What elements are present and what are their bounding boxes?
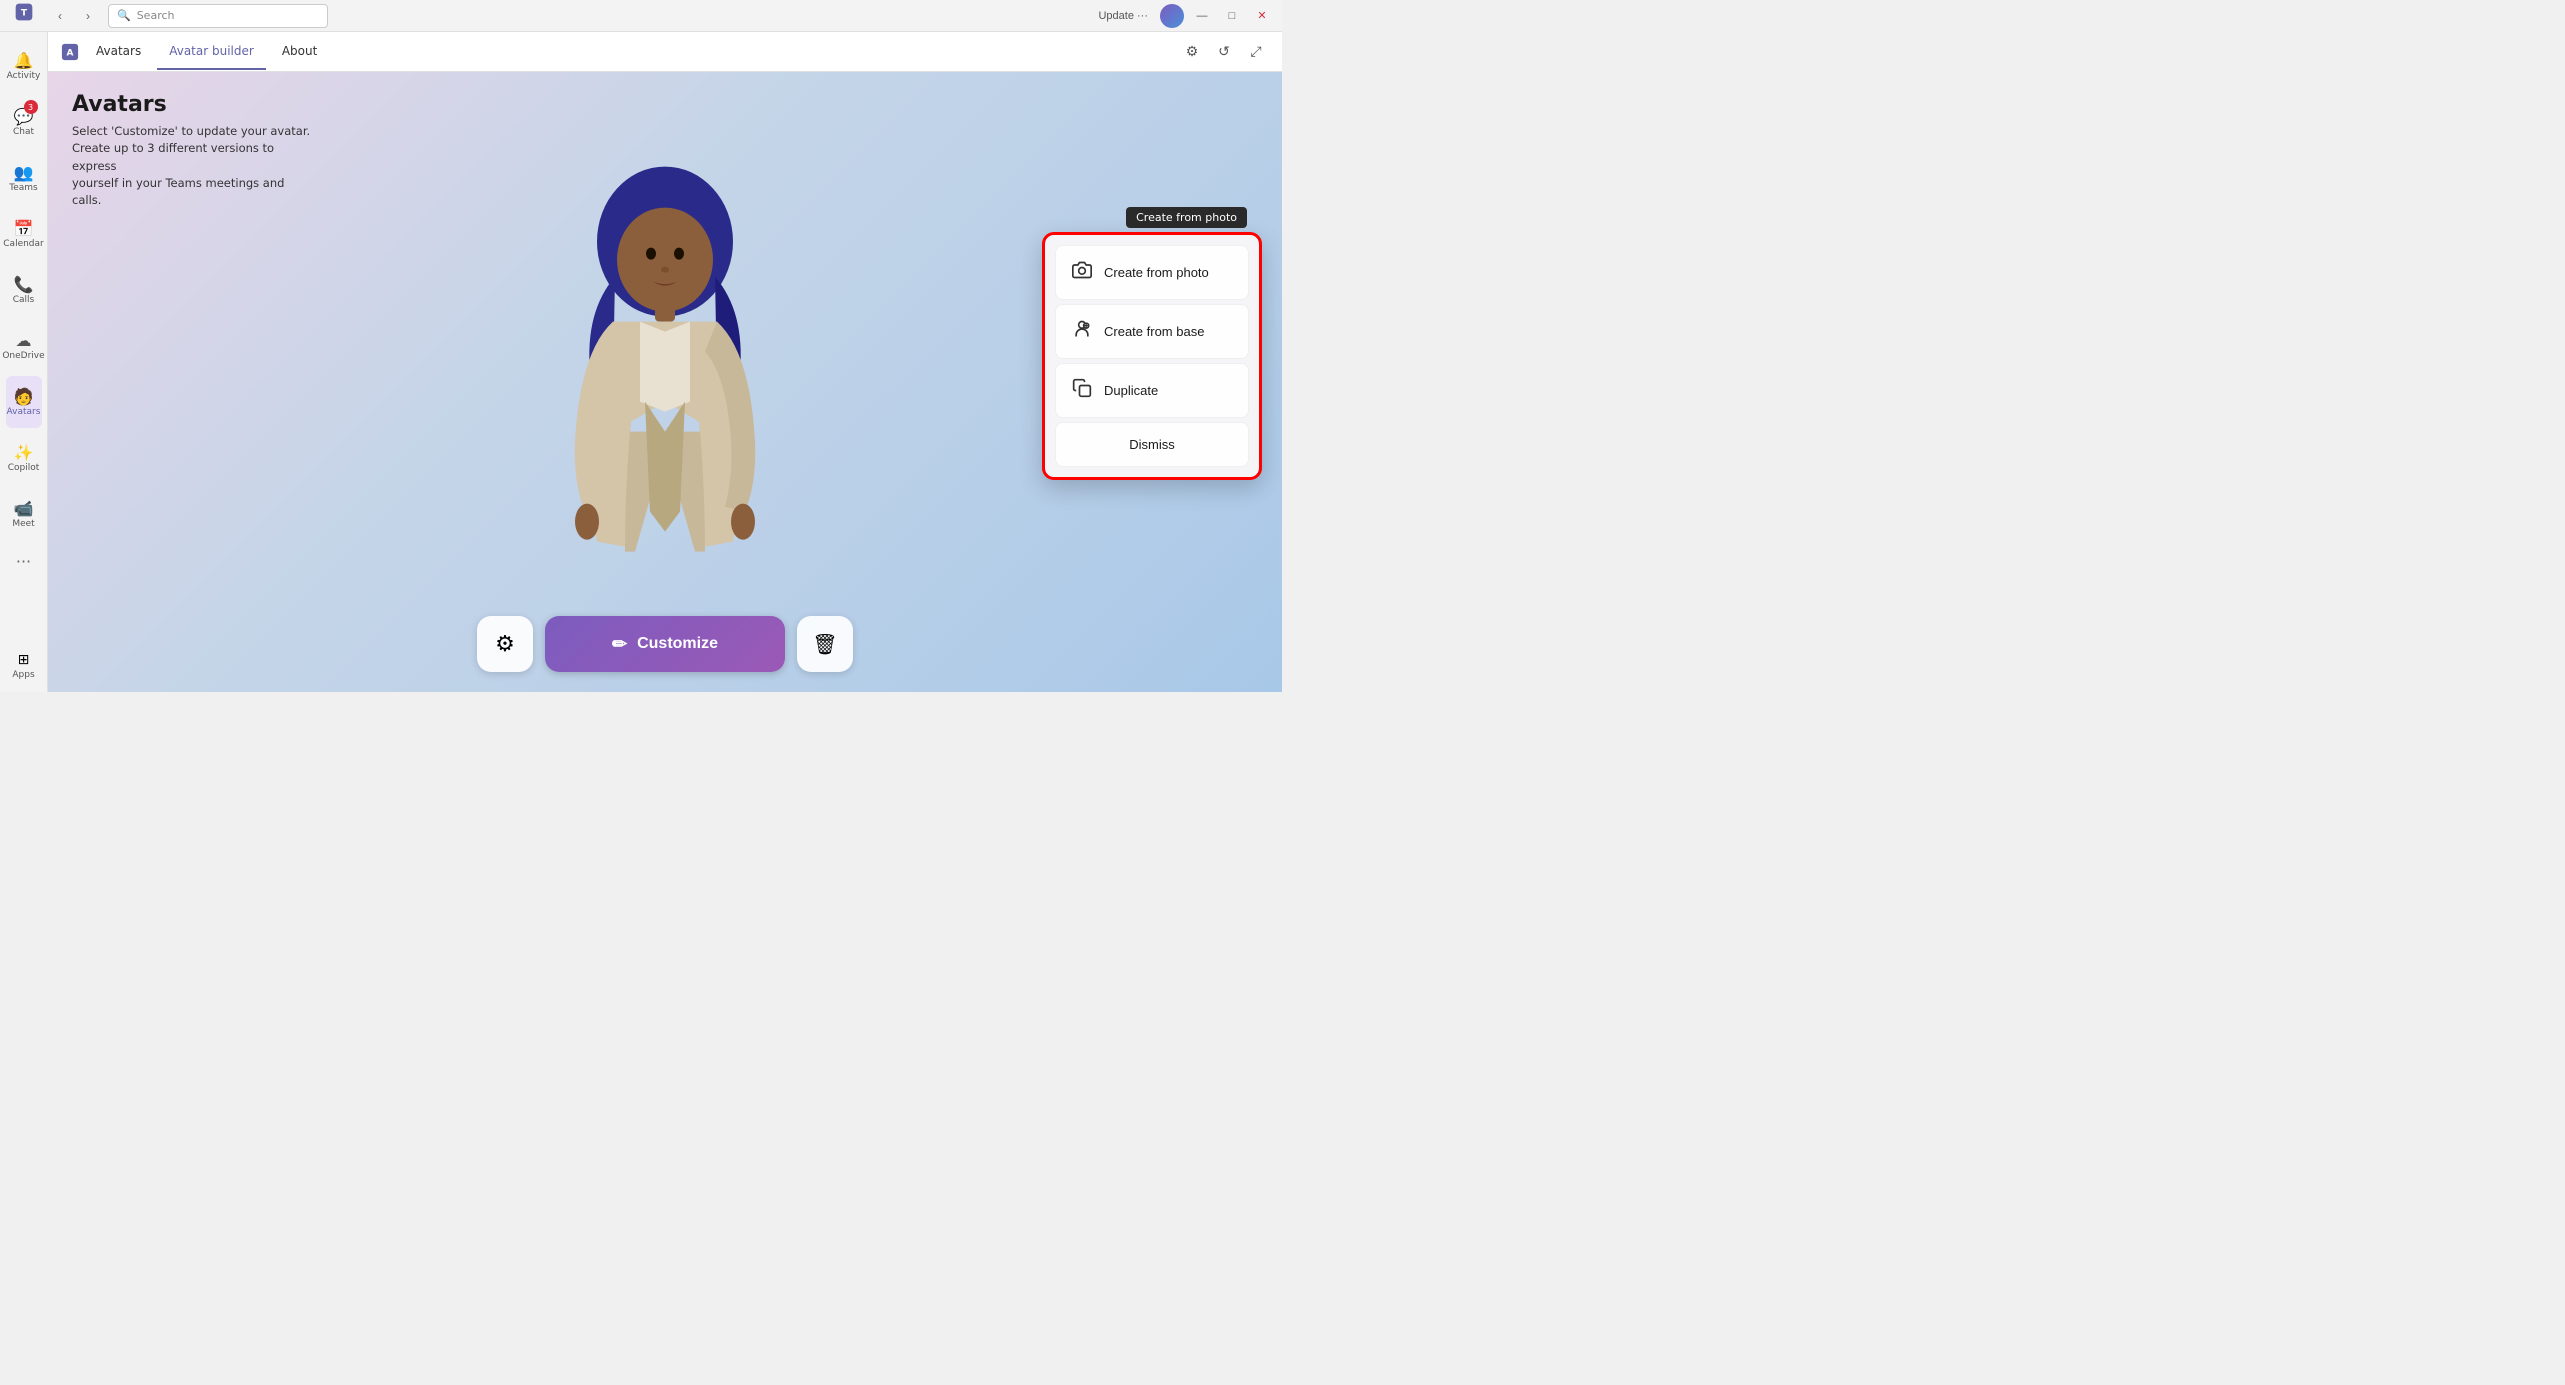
tab-avatar-builder[interactable]: Avatar builder <box>157 34 266 70</box>
app-layout: 🔔 Activity 3 💬 Chat 👥 Teams 📅 Calendar 📞… <box>0 32 1282 692</box>
avatars-icon: 🧑 <box>14 387 34 406</box>
main-content: A Avatars Avatar builder About ⚙ ↺ ⤢ Ava… <box>48 32 1282 692</box>
tooltip-label: Create from photo <box>1126 207 1247 228</box>
svg-text:T: T <box>21 7 28 18</box>
sidebar-apps[interactable]: ⊞ Apps <box>6 648 42 684</box>
page-description: Select 'Customize' to update your avatar… <box>72 123 312 209</box>
activity-icon: 🔔 <box>14 51 34 70</box>
customize-label: Customize <box>637 635 718 653</box>
title-bar-right: Update ··· — □ ✕ <box>1092 4 1274 28</box>
sidebar: 🔔 Activity 3 💬 Chat 👥 Teams 📅 Calendar 📞… <box>0 32 48 692</box>
tab-avatars[interactable]: Avatars <box>84 34 153 70</box>
sidebar-item-activity-label: Activity <box>7 72 41 82</box>
nav-arrows: ‹ › <box>48 4 100 28</box>
tab-bar-right: ⚙ ↺ ⤢ <box>1178 38 1270 66</box>
delete-button[interactable]: 🗑 <box>797 616 853 672</box>
sidebar-item-meet[interactable]: 📹 Meet <box>6 488 42 540</box>
camera-icon <box>1072 260 1092 285</box>
dismiss-button[interactable]: Dismiss <box>1055 422 1249 467</box>
app-icon-small: A <box>60 42 80 62</box>
page-header: Avatars Select 'Customize' to update you… <box>72 92 312 209</box>
user-avatar[interactable] <box>1160 4 1184 28</box>
create-from-base-button[interactable]: Create from base <box>1055 304 1249 359</box>
sidebar-item-chat-label: Chat <box>13 128 34 138</box>
sidebar-item-chat[interactable]: 3 💬 Chat <box>6 96 42 148</box>
refresh-btn[interactable]: ↺ <box>1210 38 1238 66</box>
popout-btn[interactable]: ⤢ <box>1242 38 1270 66</box>
sidebar-item-copilot[interactable]: ✨ Copilot <box>6 432 42 484</box>
sidebar-item-calls-label: Calls <box>13 296 35 306</box>
calls-icon: 📞 <box>14 275 34 294</box>
teams-logo: T <box>8 0 40 28</box>
customize-pencil-icon: ✏ <box>612 634 627 655</box>
apps-label: Apps <box>12 670 34 680</box>
settings-button[interactable]: ⚙ <box>477 616 533 672</box>
sidebar-item-avatars[interactable]: 🧑 Avatars <box>6 376 42 428</box>
sidebar-item-avatars-label: Avatars <box>7 408 41 418</box>
page-title: Avatars <box>72 92 312 117</box>
sidebar-item-onedrive-label: OneDrive <box>2 352 44 362</box>
avatar-base-icon <box>1072 319 1092 344</box>
sidebar-item-onedrive[interactable]: ☁ OneDrive <box>6 320 42 372</box>
duplicate-icon <box>1072 378 1092 403</box>
settings-icon-btn[interactable]: ⚙ <box>1178 38 1206 66</box>
duplicate-label: Duplicate <box>1104 383 1158 398</box>
sidebar-more[interactable]: ··· <box>16 544 31 579</box>
maximize-button[interactable]: □ <box>1220 4 1244 28</box>
close-button[interactable]: ✕ <box>1250 4 1274 28</box>
sidebar-item-calendar[interactable]: 📅 Calendar <box>6 208 42 260</box>
content-area: Avatars Select 'Customize' to update you… <box>48 72 1282 692</box>
customize-button[interactable]: ✏ Customize <box>545 616 785 672</box>
delete-icon: 🗑 <box>812 632 837 657</box>
chat-badge: 3 <box>24 100 38 114</box>
sidebar-item-meet-label: Meet <box>12 520 34 530</box>
teams-icon: 👥 <box>14 163 34 182</box>
title-bar: T ‹ › 🔍 Search Update ··· — □ ✕ <box>0 0 1282 32</box>
duplicate-button[interactable]: Duplicate <box>1055 363 1249 418</box>
dismiss-label: Dismiss <box>1129 437 1175 452</box>
search-placeholder: Search <box>137 9 175 22</box>
bottom-toolbar: ⚙ ✏ Customize 🗑 <box>477 616 853 672</box>
create-from-photo-label: Create from photo <box>1104 265 1209 280</box>
meet-icon: 📹 <box>14 499 34 518</box>
search-bar[interactable]: 🔍 Search <box>108 4 328 28</box>
back-button[interactable]: ‹ <box>48 4 72 28</box>
apps-icon: ⊞ <box>18 652 30 668</box>
settings-icon: ⚙ <box>495 631 515 657</box>
title-bar-left: T ‹ › 🔍 Search <box>8 0 328 36</box>
sidebar-item-teams-label: Teams <box>9 184 37 194</box>
tab-bar: A Avatars Avatar builder About ⚙ ↺ ⤢ <box>48 32 1282 72</box>
create-from-photo-button[interactable]: Create from photo <box>1055 245 1249 300</box>
create-from-base-label: Create from base <box>1104 324 1204 339</box>
avatar-svg <box>525 112 805 632</box>
tab-about[interactable]: About <box>270 34 329 70</box>
search-icon: 🔍 <box>117 9 131 22</box>
calendar-icon: 📅 <box>14 219 34 238</box>
forward-button[interactable]: › <box>76 4 100 28</box>
update-button[interactable]: Update ··· <box>1092 8 1154 24</box>
sidebar-item-activity[interactable]: 🔔 Activity <box>6 40 42 92</box>
sidebar-item-copilot-label: Copilot <box>8 464 40 474</box>
avatar-figure <box>525 112 805 632</box>
dropdown-popup: Create from photo Create from photo <box>1042 232 1262 480</box>
sidebar-item-calendar-label: Calendar <box>3 240 43 250</box>
sidebar-item-calls[interactable]: 📞 Calls <box>6 264 42 316</box>
sidebar-item-teams[interactable]: 👥 Teams <box>6 152 42 204</box>
minimize-button[interactable]: — <box>1190 4 1214 28</box>
onedrive-icon: ☁ <box>16 331 32 350</box>
svg-text:A: A <box>67 48 74 58</box>
copilot-icon: ✨ <box>14 443 34 462</box>
